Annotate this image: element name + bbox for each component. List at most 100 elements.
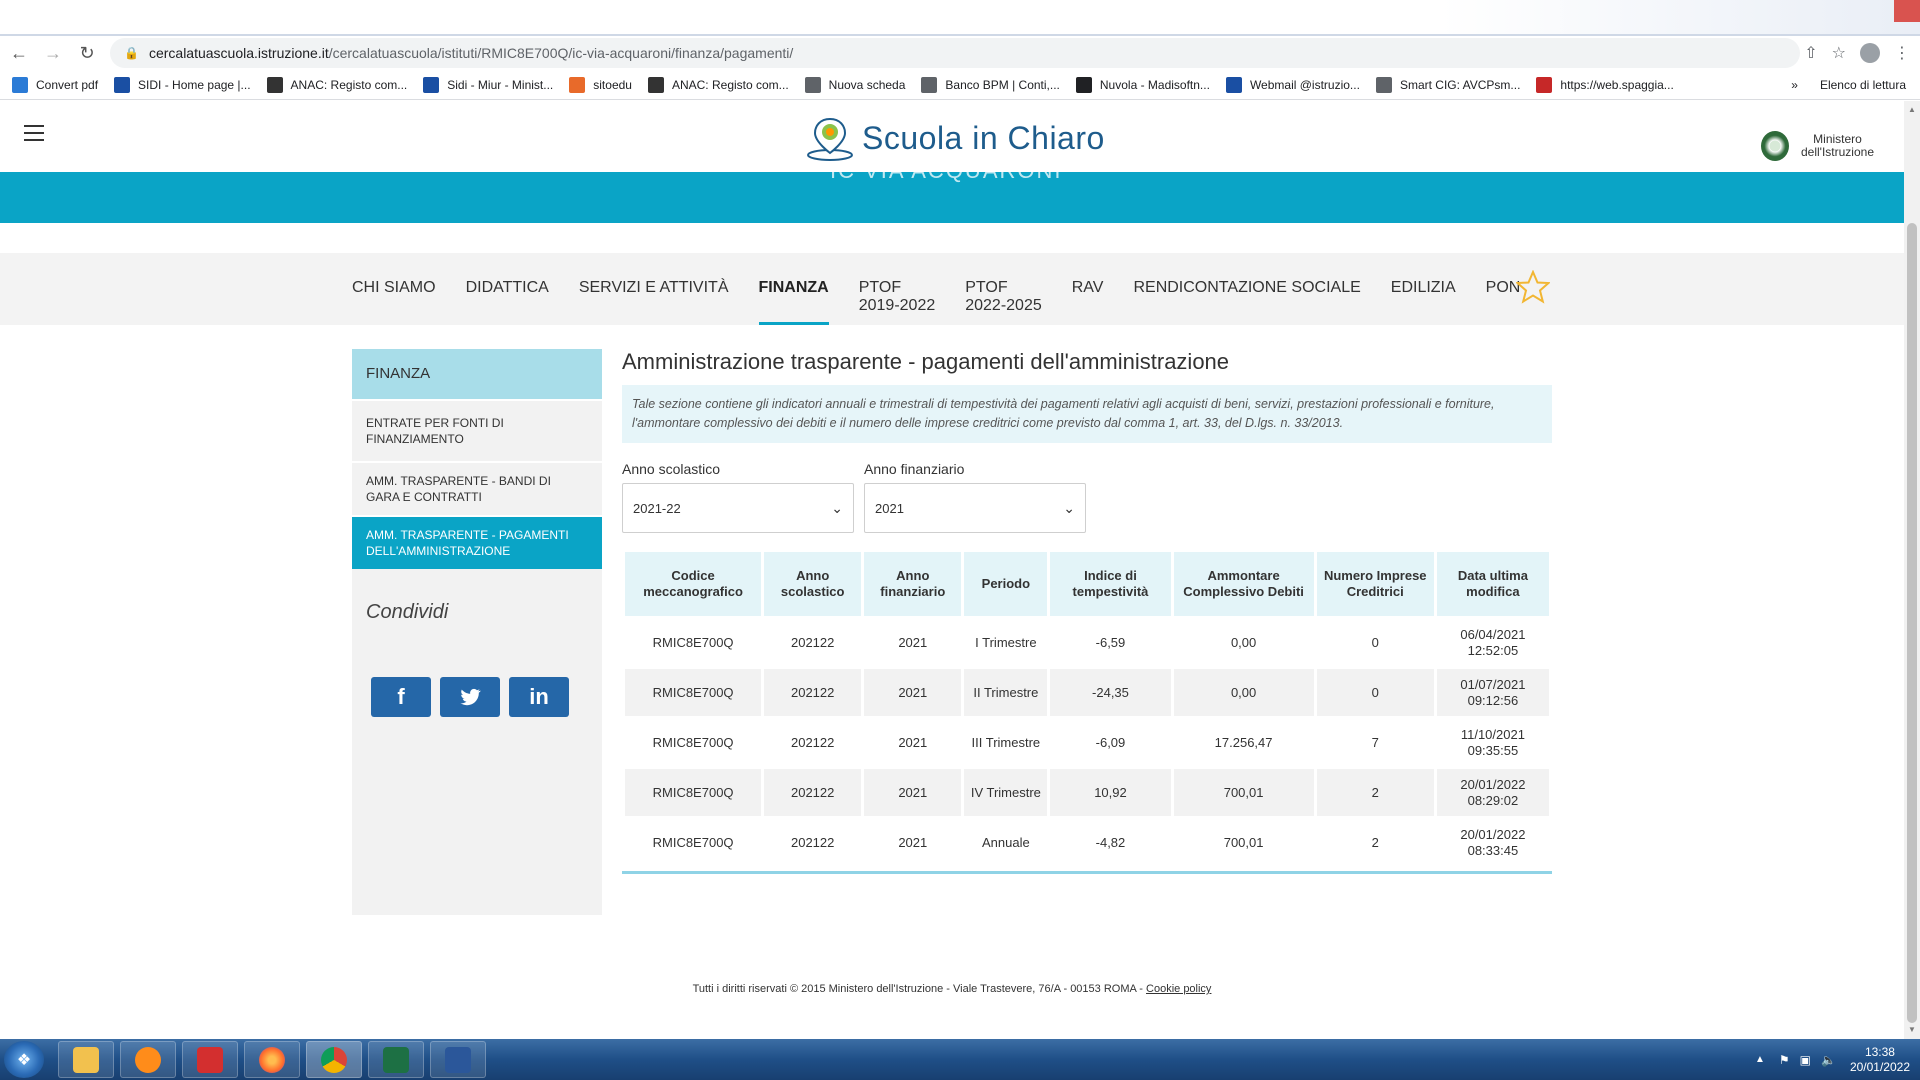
profile-icon[interactable]: [1860, 43, 1880, 63]
filter-anno-finanziario: Anno finanziario 2021 ⌄: [864, 461, 1086, 533]
menu-item-8[interactable]: EDILIZIA: [1391, 253, 1456, 325]
lock-icon: 🔒: [124, 46, 139, 60]
reading-list-button[interactable]: Elenco di lettura: [1820, 78, 1906, 92]
taskbar-media-player[interactable]: [120, 1041, 176, 1078]
start-button[interactable]: ❖: [4, 1041, 44, 1078]
table-body: RMIC8E700Q 202122 2021 I Trimestre -6,59 0,00…: [625, 619, 1549, 866]
chevron-down-icon: ⌄: [831, 499, 843, 516]
bookmark-favicon-icon: [921, 76, 938, 93]
bookmark-item[interactable]: https://web.spaggia...: [1536, 76, 1674, 93]
bookmark-item[interactable]: ANAC: Registo com...: [266, 76, 407, 93]
favorite-star-icon[interactable]: [1516, 270, 1550, 304]
menu-item-5[interactable]: PTOF 2022-2025: [965, 253, 1042, 325]
excel-icon: [383, 1046, 409, 1073]
taskbar-excel[interactable]: [368, 1041, 424, 1078]
taskbar-explorer[interactable]: [58, 1041, 114, 1078]
menu-item-1[interactable]: DIDATTICA: [466, 253, 549, 325]
clock[interactable]: 13:38 20/01/2022: [1850, 1045, 1910, 1075]
tray-expand-icon[interactable]: ▲: [1755, 1054, 1765, 1065]
cookie-policy-link[interactable]: Cookie policy: [1146, 983, 1211, 995]
back-icon[interactable]: ←: [4, 38, 34, 68]
menu-item-label2: 2022-2025: [965, 297, 1042, 314]
facebook-share-button[interactable]: f: [371, 677, 431, 717]
url-host: cercalatuascuola.istruzione.it: [148, 45, 329, 61]
table-cell: 202122: [764, 769, 862, 816]
more-bookmarks-button[interactable]: »: [1791, 78, 1798, 92]
acrobat-icon: [197, 1046, 223, 1073]
sidebar-item-bandi[interactable]: AMM. TRASPARENTE - BANDI DI GARA E CONTR…: [352, 461, 602, 515]
bookmark-item[interactable]: Nuova scheda: [804, 76, 906, 93]
anno-finanziario-select[interactable]: 2021 ⌄: [864, 483, 1086, 533]
forward-icon[interactable]: →: [38, 38, 68, 68]
reload-icon[interactable]: ↻: [72, 38, 102, 68]
menu-item-label: SERVIZI E ATTIVITÀ: [578, 279, 729, 296]
sidebar-item-pagamenti[interactable]: AMM. TRASPARENTE - PAGAMENTI DELL'AMMINI…: [352, 515, 602, 569]
folder-icon: [73, 1046, 99, 1073]
table-bottom-rule: [622, 871, 1552, 874]
firefox-icon: [259, 1046, 285, 1073]
ministero-logo[interactable]: Ministero dell'Istruzione: [1761, 131, 1874, 161]
table-row: RMIC8E700Q 202122 2021 I Trimestre -6,59 0,00…: [625, 619, 1549, 666]
bookmark-item[interactable]: sitoedu: [569, 76, 632, 93]
table-cell: 2021: [864, 769, 962, 816]
table-header-row: Codice meccanografico Anno scolastico Anno…: [625, 552, 1549, 616]
bookmark-item[interactable]: Webmail @istruzio...: [1225, 76, 1360, 93]
table-cell: RMIC8E700Q: [625, 669, 762, 716]
taskbar-acrobat[interactable]: [182, 1041, 238, 1078]
kebab-menu-icon[interactable]: ⋮: [1894, 43, 1910, 63]
twitter-share-button[interactable]: t: [440, 677, 500, 717]
bookmark-item[interactable]: Smart CIG: AVCPsm...: [1375, 76, 1520, 93]
bookmark-item[interactable]: ANAC: Registo com...: [647, 76, 789, 93]
site-header: Scuola in Chiaro Ministero dell'Istruzio…: [0, 101, 1904, 172]
window-close-area[interactable]: [1894, 0, 1920, 22]
table-cell: RMIC8E700Q: [652, 834, 734, 850]
table-row: RMIC8E700Q 202122 2021 Annuale -4,82 700,01 2 2…: [625, 819, 1549, 866]
bookmark-item[interactable]: Sidi - Miur - Minist...: [423, 76, 553, 93]
menu-item-3[interactable]: FINANZA: [758, 253, 829, 325]
windows-logo-icon: ❖: [16, 1051, 32, 1069]
sidebar-item-entrate[interactable]: ENTRATE PER FONTI DI FINANZIAMENTO: [352, 399, 602, 461]
scrollbar-thumb[interactable]: [1907, 223, 1917, 1023]
browser-toolbar: ← → ↻ 🔒 cercalatuascuola.istruzione.it/c…: [0, 36, 1920, 70]
menu-item-7[interactable]: RENDICONTAZIONE SOCIALE: [1133, 253, 1360, 325]
site-logo[interactable]: Scuola in Chiaro: [806, 115, 1105, 161]
payments-table: Codice meccanografico Anno scolastico Anno…: [622, 549, 1552, 869]
page-content: Scuola in Chiaro Ministero dell'Istruzio…: [0, 101, 1904, 1039]
bookmark-item[interactable]: Convert pdf: [12, 76, 98, 93]
menu-item-2[interactable]: SERVIZI E ATTIVITÀ: [579, 253, 729, 325]
menu-item-label: PTOF: [858, 279, 902, 296]
page-title: Amministrazione trasparente - pagamenti …: [622, 349, 1230, 374]
table-cell: -6,59: [1095, 634, 1126, 650]
bookmark-star-icon[interactable]: ☆: [1832, 43, 1846, 63]
flag-icon[interactable]: ⚑: [1779, 1053, 1790, 1067]
bookmark-item[interactable]: Nuvola - Madisoftn...: [1075, 76, 1210, 93]
taskbar-word[interactable]: [430, 1041, 486, 1078]
bookmark-item[interactable]: SIDI - Home page |...: [114, 76, 251, 93]
volume-icon[interactable]: 🔈: [1821, 1053, 1836, 1067]
address-bar[interactable]: 🔒 cercalatuascuola.istruzione.it/cercala…: [110, 38, 1800, 68]
share-page-icon[interactable]: ⇧: [1804, 43, 1817, 63]
menu-item-4[interactable]: PTOF 2019-2022: [859, 253, 936, 325]
network-icon[interactable]: ▣: [1800, 1053, 1811, 1067]
table-cell: I Trimestre: [975, 634, 1037, 650]
hero-band: IC VIA ACQUARONI: [0, 172, 1904, 223]
table-cell: 2021: [898, 734, 928, 750]
taskbar-firefox[interactable]: [244, 1041, 300, 1078]
logo-pin-icon: [807, 117, 853, 161]
table-row: RMIC8E700Q 202122 2021 IV Trimestre 10,92 700…: [625, 769, 1549, 816]
facebook-icon: f: [397, 684, 405, 709]
page-scrollbar[interactable]: ▲ ▼: [1904, 101, 1920, 1039]
anno-scolastico-select[interactable]: 2021-22 ⌄: [622, 483, 854, 533]
bookmark-favicon-icon: [1225, 76, 1242, 93]
bookmark-favicon-icon: [423, 76, 440, 93]
table-cell: 0: [1371, 634, 1379, 650]
menu-item-6[interactable]: RAV: [1072, 253, 1104, 325]
menu-item-0[interactable]: CHI SIAMO: [352, 253, 436, 325]
hamburger-menu-icon[interactable]: [24, 125, 44, 141]
scroll-down-icon[interactable]: ▼: [1908, 1025, 1916, 1034]
linkedin-share-button[interactable]: in: [509, 677, 569, 717]
bookmark-item[interactable]: Banco BPM | Conti,...: [921, 76, 1060, 93]
taskbar-chrome[interactable]: [306, 1041, 362, 1078]
scroll-up-icon[interactable]: ▲: [1908, 105, 1916, 114]
bookmark-label: Nuova scheda: [828, 77, 906, 92]
